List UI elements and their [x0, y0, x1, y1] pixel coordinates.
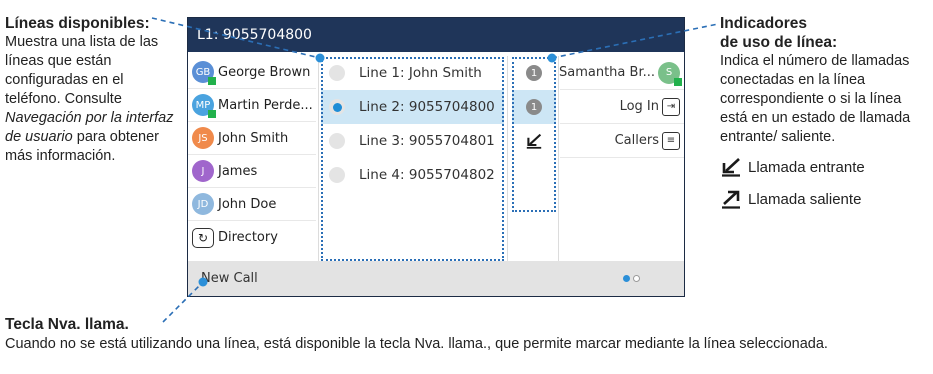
- legend-outgoing-label: Llamada saliente: [748, 190, 862, 208]
- annotation-new-call-key: Tecla Nva. llama. Cuando no se está util…: [5, 315, 925, 354]
- softkey-avatar[interactable]: Samantha Br... S: [559, 56, 684, 90]
- legend-outgoing: Llamada saliente: [720, 189, 930, 209]
- contact-name: George Brown: [218, 64, 311, 80]
- directory-icon: ↻: [192, 227, 214, 248]
- avatar-icon: S: [658, 61, 682, 86]
- annotation-title: Tecla Nva. llama.: [5, 316, 129, 333]
- contact-item[interactable]: MP Martin Perde...: [188, 89, 316, 122]
- avatar-initials: JD: [197, 198, 209, 210]
- contact-item[interactable]: GB George Brown: [188, 56, 316, 89]
- presence-indicator: [674, 77, 682, 86]
- divider: [558, 56, 559, 261]
- softkey-label: Callers: [614, 133, 659, 148]
- annotation-body: Muestra una lista de las líneas que está…: [5, 34, 159, 107]
- legend-incoming: Llamada entrante: [720, 157, 930, 177]
- annotation-body: Indica el número de llamadas conectadas …: [720, 53, 911, 145]
- phone-screen: L1: 9055704800 GB George Brown MP Martin Pe…: [187, 17, 685, 297]
- page-indicator: [620, 275, 640, 282]
- line-indicator: 1: [512, 56, 556, 90]
- presence-indicator: [208, 77, 216, 85]
- call-count-badge: 1: [526, 99, 542, 115]
- line-label: Line 4: 9055704802: [359, 167, 495, 183]
- avatar-initials: J: [201, 165, 205, 177]
- bottom-bar: New Call: [188, 261, 684, 296]
- annotation-available-lines: Líneas disponibles: Muestra una lista de…: [5, 14, 183, 166]
- divider: [318, 56, 319, 261]
- avatar: GB: [192, 61, 216, 85]
- line-label: Line 2: 9055704800: [359, 99, 495, 115]
- avatar: MP: [192, 94, 216, 118]
- callers-icon: ≡: [662, 131, 680, 150]
- contacts-panel: GB George Brown MP Martin Perde... JS John Sm…: [188, 56, 316, 254]
- softkey-label: Samantha Br...: [559, 65, 655, 80]
- softkeys-panel: Samantha Br... S Log In ⇥ Callers ≡: [559, 56, 684, 158]
- line-item[interactable]: Line 4: 9055704802: [321, 158, 504, 192]
- annotation-title: Líneas disponibles:: [5, 15, 150, 32]
- line-item[interactable]: Line 3: 9055704801: [321, 124, 504, 158]
- line-label: Line 1: John Smith: [359, 65, 482, 81]
- avatar: J: [192, 160, 214, 182]
- avatar-initials: JS: [198, 132, 208, 144]
- line-radio[interactable]: [329, 99, 345, 115]
- line-indicator: [512, 124, 556, 158]
- outgoing-call-icon: [722, 190, 740, 209]
- annotation-body: Cuando no se está utilizando una línea, …: [5, 336, 828, 352]
- avatar: JD: [192, 193, 214, 215]
- page-dot: [623, 275, 630, 282]
- presence-indicator: [208, 110, 216, 118]
- directory-key[interactable]: ↻ Directory: [188, 221, 316, 254]
- page-dot: [633, 275, 640, 282]
- status-bar-title: L1: 9055704800: [188, 18, 684, 52]
- new-call-button[interactable]: New Call: [201, 271, 258, 286]
- annotation-line-indicators: Indicadores de uso de línea: Indica el n…: [720, 14, 930, 209]
- avatar-initials: MP: [195, 99, 211, 111]
- line-radio[interactable]: [329, 167, 345, 183]
- divider: [507, 56, 508, 261]
- line-radio[interactable]: [329, 65, 345, 81]
- avatar-initials: GB: [195, 66, 211, 78]
- contact-name: John Smith: [218, 130, 289, 146]
- avatar-initials: S: [665, 67, 673, 78]
- line-radio[interactable]: [329, 133, 345, 149]
- line-indicators: 11: [512, 56, 556, 192]
- softkey-login[interactable]: Log In ⇥: [560, 90, 684, 124]
- contact-item[interactable]: JD John Doe: [188, 188, 316, 221]
- incoming-call-icon: [722, 158, 740, 177]
- login-icon: ⇥: [662, 97, 680, 116]
- softkey-callers[interactable]: Callers ≡: [560, 124, 684, 158]
- line-item[interactable]: Line 1: John Smith: [321, 56, 504, 90]
- incoming-call-icon: [526, 133, 542, 149]
- line-item[interactable]: Line 2: 9055704800: [321, 90, 504, 124]
- contact-item[interactable]: J James: [188, 155, 316, 188]
- softkey-label: Log In: [619, 99, 659, 114]
- directory-label: Directory: [218, 230, 278, 245]
- line-indicator: [512, 158, 556, 192]
- contact-name: James: [218, 163, 258, 179]
- contact-name: John Doe: [218, 196, 277, 212]
- annotation-title-cont: de uso de línea:: [720, 34, 838, 51]
- lines-list: Line 1: John Smith Line 2: 9055704800 Line…: [321, 56, 504, 192]
- line-indicator: 1: [512, 90, 556, 124]
- avatar: JS: [192, 127, 214, 149]
- contact-name: Martin Perde...: [218, 97, 313, 113]
- line-label: Line 3: 9055704801: [359, 133, 495, 149]
- call-count-badge: 1: [526, 65, 542, 81]
- contact-item[interactable]: JS John Smith: [188, 122, 316, 155]
- legend-incoming-label: Llamada entrante: [748, 158, 865, 176]
- annotation-title: Indicadores: [720, 15, 807, 32]
